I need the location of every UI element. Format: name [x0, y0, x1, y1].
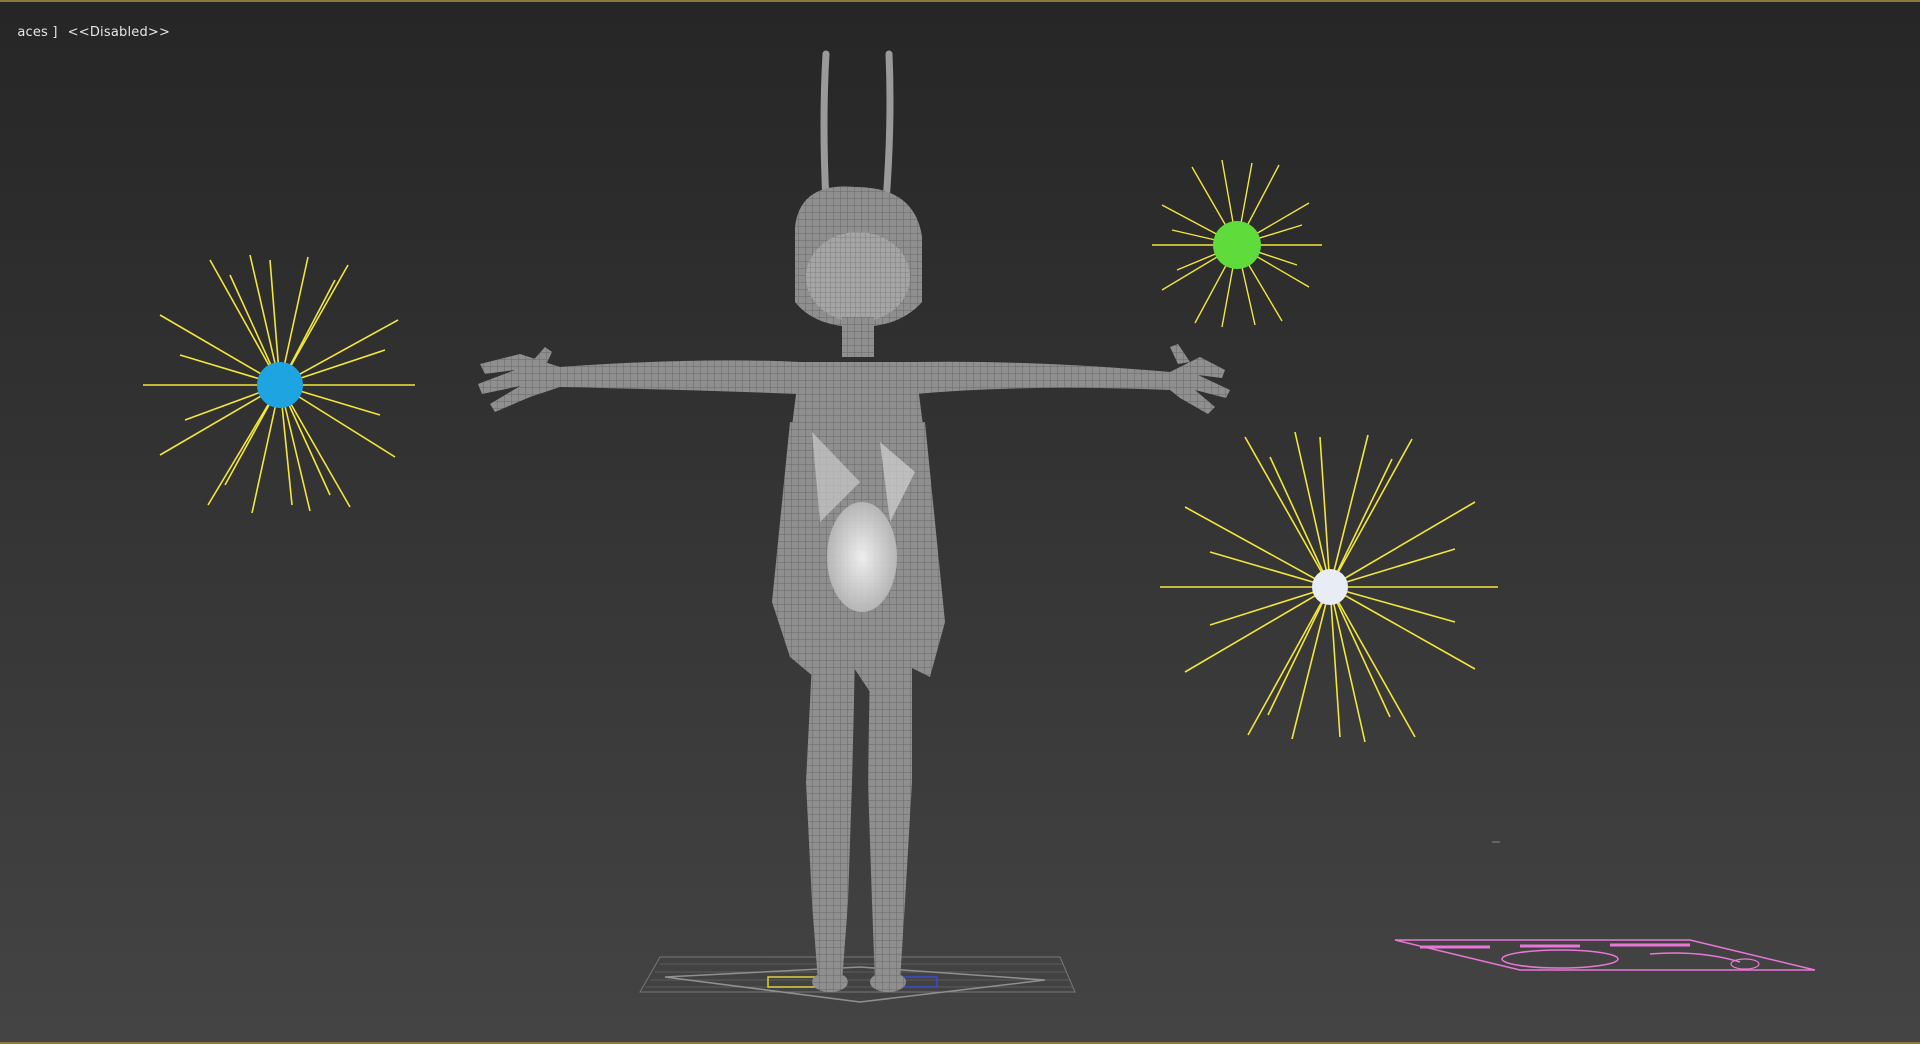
- pink-spline-object[interactable]: [1394, 841, 1816, 971]
- omni-light-bottom-right[interactable]: [1160, 431, 1498, 743]
- omni-light-top-right[interactable]: [1152, 159, 1322, 328]
- perspective-viewport[interactable]: aces ] <<Disabled>>: [0, 0, 1920, 1044]
- character-mesh[interactable]: [478, 50, 1230, 992]
- ground-grid[interactable]: [639, 956, 1076, 1003]
- omni-light-left[interactable]: [143, 254, 415, 514]
- scene-canvas[interactable]: [0, 2, 1920, 1044]
